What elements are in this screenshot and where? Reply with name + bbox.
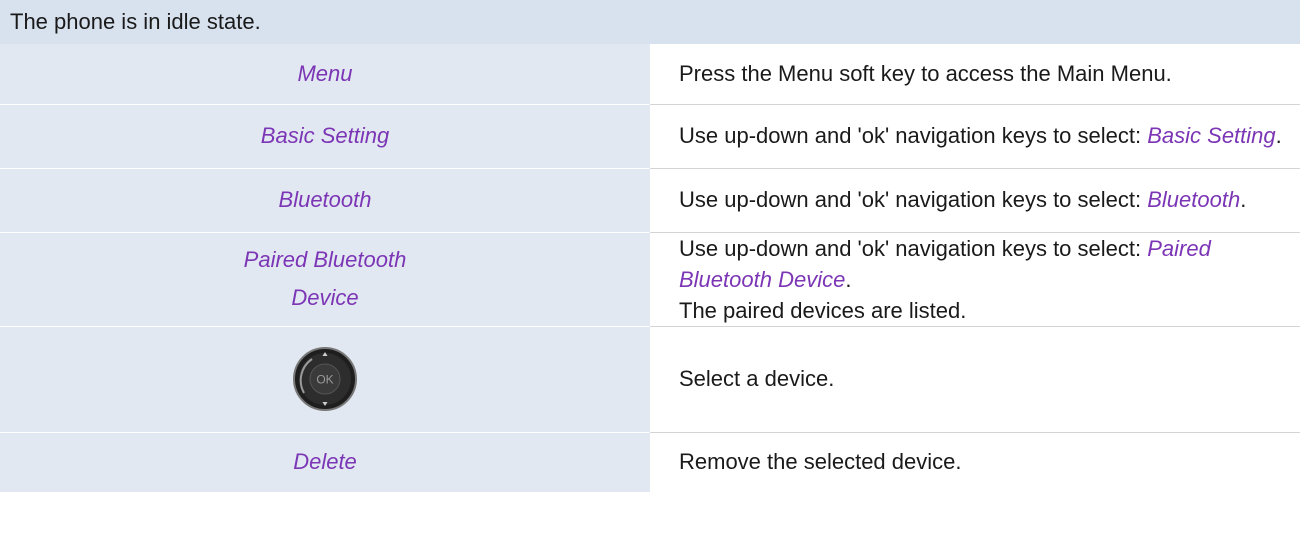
instruction-period: . <box>845 266 852 292</box>
step-description: Use up-down and 'ok' navigation keys to … <box>650 232 1300 327</box>
step-key-cell: Delete <box>0 432 650 492</box>
step-key-cell: OK <box>0 326 650 433</box>
navigation-ok-key-icon: OK <box>292 346 358 412</box>
step-row-paired-device: Paired Bluetooth Device Use up-down and '… <box>0 232 1300 327</box>
step-row-bluetooth: Bluetooth Use up-down and 'ok' navigatio… <box>0 168 1300 233</box>
label-line-1: Paired Bluetooth <box>243 247 407 272</box>
step-description: Remove the selected device. <box>650 432 1300 492</box>
instruction-text: Use up-down and 'ok' navigation keys to … <box>679 123 1148 148</box>
basic-setting-label: Basic Setting <box>260 123 390 148</box>
step-description: Use up-down and 'ok' navigation keys to … <box>650 104 1300 169</box>
menu-soft-key-label: Menu <box>297 60 353 86</box>
instruction-period: . <box>1240 187 1247 212</box>
step-key-cell: Menu <box>0 44 650 105</box>
bluetooth-label: Bluetooth <box>278 187 372 212</box>
instruction-text: Use up-down and 'ok' navigation keys to … <box>679 235 1148 261</box>
table-header-row: The phone is in idle state. <box>0 0 1300 44</box>
step-description: Use up-down and 'ok' navigation keys to … <box>650 168 1300 233</box>
step-key-cell: Bluetooth <box>0 168 650 233</box>
procedure-table: The phone is in idle state. Menu Press t… <box>0 0 1300 492</box>
instruction-line-2: The paired devices are listed. <box>679 297 967 323</box>
delete-soft-key-label: Delete <box>293 449 357 475</box>
step-row-menu: Menu Press the Menu soft key to access t… <box>0 44 1300 105</box>
paired-bluetooth-device-label: Paired Bluetooth Device <box>244 241 407 317</box>
ok-key-text: OK <box>316 373 333 387</box>
step-key-cell: Paired Bluetooth Device <box>0 232 650 327</box>
instruction-text: Use up-down and 'ok' navigation keys to … <box>679 187 1148 212</box>
step-row-basic-setting: Basic Setting Use up-down and 'ok' navig… <box>0 104 1300 169</box>
step-row-select-device: OK Select a device. <box>0 326 1300 433</box>
step-row-delete: Delete Remove the selected device. <box>0 432 1300 492</box>
step-key-cell: Basic Setting <box>0 104 650 169</box>
menu-item-reference: Basic Setting <box>1147 123 1276 148</box>
label-line-2: Device <box>291 285 359 310</box>
menu-item-reference: Bluetooth <box>1147 187 1241 212</box>
idle-state-header: The phone is in idle state. <box>0 0 1300 44</box>
instruction-period: . <box>1275 123 1282 148</box>
step-description: Select a device. <box>650 326 1300 433</box>
step-description: Press the Menu soft key to access the Ma… <box>650 44 1300 105</box>
